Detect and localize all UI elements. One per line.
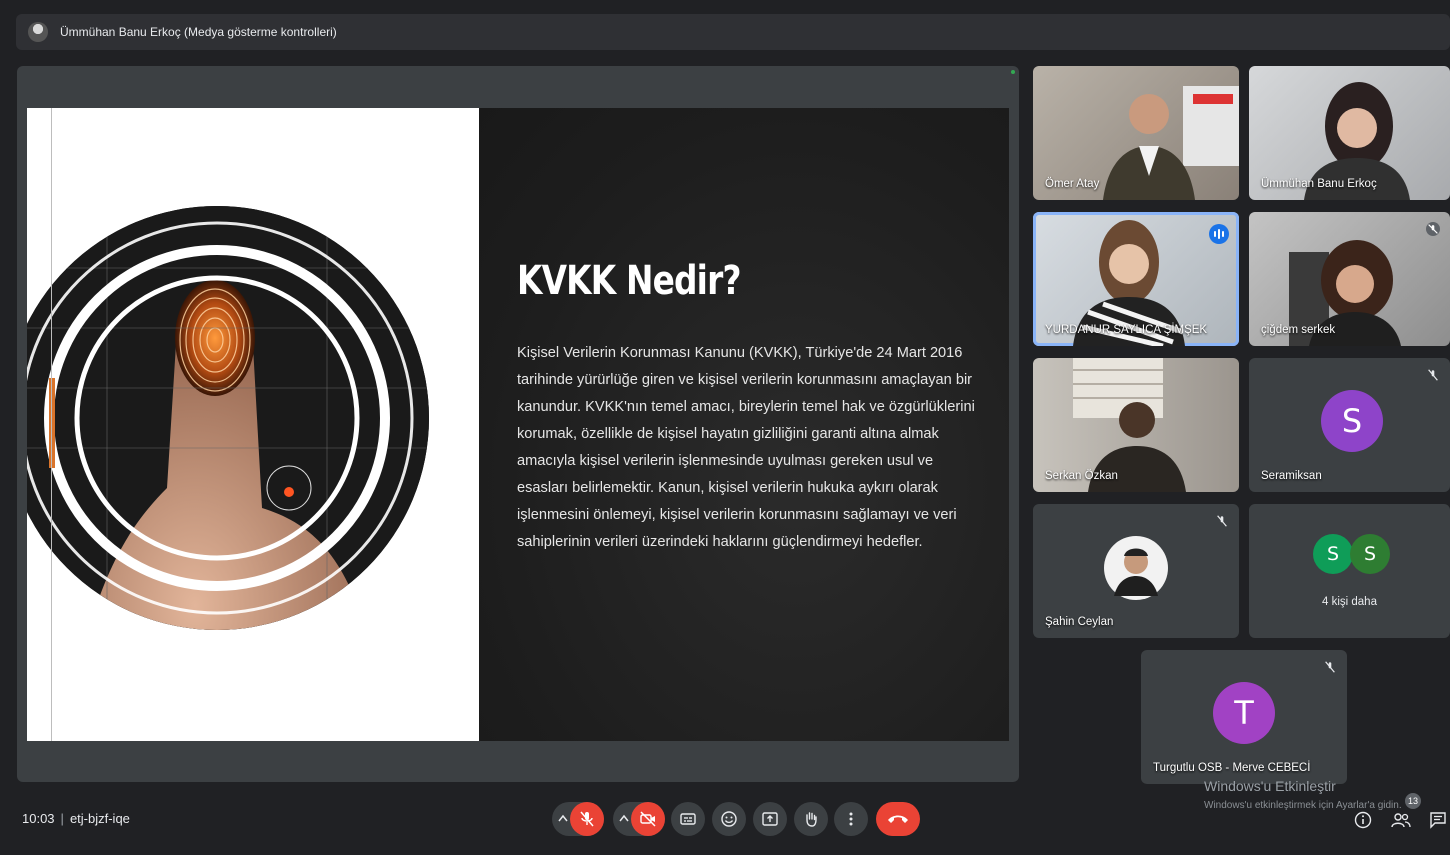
participant-name: Şahin Ceylan: [1045, 616, 1114, 628]
hand-icon: [806, 812, 817, 827]
microphone-button[interactable]: [570, 802, 604, 836]
participant-tile-sahin[interactable]: Şahin Ceylan: [1033, 504, 1239, 638]
participant-tile-ummuhan[interactable]: Ümmühan Banu Erkoç: [1249, 66, 1450, 200]
presentation-stage: KVKK Nedir? Kişisel Verilerin Korunması …: [17, 66, 1019, 782]
slide-body: Kişisel Verilerin Korunması Kanunu (KVKK…: [517, 345, 975, 550]
participant-tile-seramiksan[interactable]: S Seramiksan: [1249, 358, 1450, 492]
avatar: [1104, 536, 1168, 600]
participant-name: Turgutlu OSB - Merve CEBECİ: [1153, 762, 1311, 774]
camera-off-icon: [640, 811, 656, 827]
participant-tile-cigdem[interactable]: çiğdem serkek: [1249, 212, 1450, 346]
mic-off-icon: [1426, 222, 1440, 236]
participant-tile-turgutlu[interactable]: T Turgutlu OSB - Merve CEBECİ: [1141, 650, 1347, 784]
mic-off-icon: [1428, 369, 1438, 381]
status-dot: [1011, 70, 1015, 74]
participant-tile-yurdanur[interactable]: YURDANUR SAYLICA ŞİMŞEK: [1033, 212, 1239, 346]
participant-tile-serkan[interactable]: Serkan Özkan: [1033, 358, 1239, 492]
participant-name: Serkan Özkan: [1045, 470, 1118, 482]
mic-off-icon: [580, 811, 594, 827]
divider: |: [60, 811, 64, 826]
activation-watermark-title: Windows'u Etkinleştir: [1204, 778, 1336, 794]
participant-tile-omer[interactable]: Ömer Atay: [1033, 66, 1239, 200]
fingerprint-illustration: [27, 206, 429, 630]
emoji-icon: [721, 811, 737, 827]
activation-watermark-subtitle: Windows'u etkinleştirmek için Ayarlar'a …: [1204, 800, 1402, 811]
participant-tile-others[interactable]: S S 4 kişi daha: [1249, 504, 1450, 638]
slide-title: KVKK Nedir?: [517, 258, 741, 304]
slide-image-panel: [27, 108, 479, 741]
present-button[interactable]: [753, 802, 787, 836]
avatar: S: [1313, 534, 1353, 574]
more-participants-label: 4 kişi daha: [1322, 596, 1377, 608]
speaking-indicator-icon: [1209, 224, 1229, 244]
participant-name: çiğdem serkek: [1261, 324, 1336, 336]
slide-divider: [51, 108, 52, 741]
phone-hangup-icon: [888, 815, 908, 823]
captions-button[interactable]: [671, 802, 705, 836]
captions-icon: [680, 813, 696, 825]
more-options-button[interactable]: [834, 802, 868, 836]
reactions-button[interactable]: [712, 802, 746, 836]
shared-slide: KVKK Nedir? Kişisel Verilerin Korunması …: [27, 108, 1009, 741]
presenter-bar: Ümmühan Banu Erkoç (Medya gösterme kontr…: [16, 14, 1450, 50]
avatar: T: [1213, 682, 1275, 744]
chat-icon[interactable]: [1429, 811, 1447, 829]
more-vert-icon: [849, 812, 853, 826]
camera-button[interactable]: [631, 802, 665, 836]
meeting-code[interactable]: etj-bjzf-iqe: [70, 811, 130, 826]
present-screen-icon: [762, 812, 778, 826]
presenter-label[interactable]: Ümmühan Banu Erkoç (Medya gösterme kontr…: [60, 25, 337, 39]
mic-off-icon: [1217, 515, 1227, 527]
participant-name: YURDANUR SAYLICA ŞİMŞEK: [1045, 324, 1208, 336]
participant-name: Ümmühan Banu Erkoç: [1261, 178, 1377, 190]
people-count-badge: 13: [1405, 793, 1421, 809]
presenter-avatar: [28, 22, 48, 42]
avatar: S: [1321, 390, 1383, 452]
chevron-up-icon[interactable]: [619, 814, 629, 822]
avatar: S: [1350, 534, 1390, 574]
mic-off-icon: [1325, 661, 1335, 673]
participant-name: Seramiksan: [1261, 470, 1322, 482]
people-icon[interactable]: [1391, 811, 1411, 829]
meeting-info: 10:03 | etj-bjzf-iqe: [22, 811, 130, 826]
leave-call-button[interactable]: [876, 802, 920, 836]
meeting-time: 10:03: [22, 811, 55, 826]
participant-name: Ömer Atay: [1045, 178, 1100, 190]
info-icon[interactable]: [1354, 811, 1372, 829]
chevron-up-icon[interactable]: [558, 814, 568, 822]
slide-text-panel: KVKK Nedir? Kişisel Verilerin Korunması …: [479, 108, 1009, 741]
raise-hand-button[interactable]: [794, 802, 828, 836]
